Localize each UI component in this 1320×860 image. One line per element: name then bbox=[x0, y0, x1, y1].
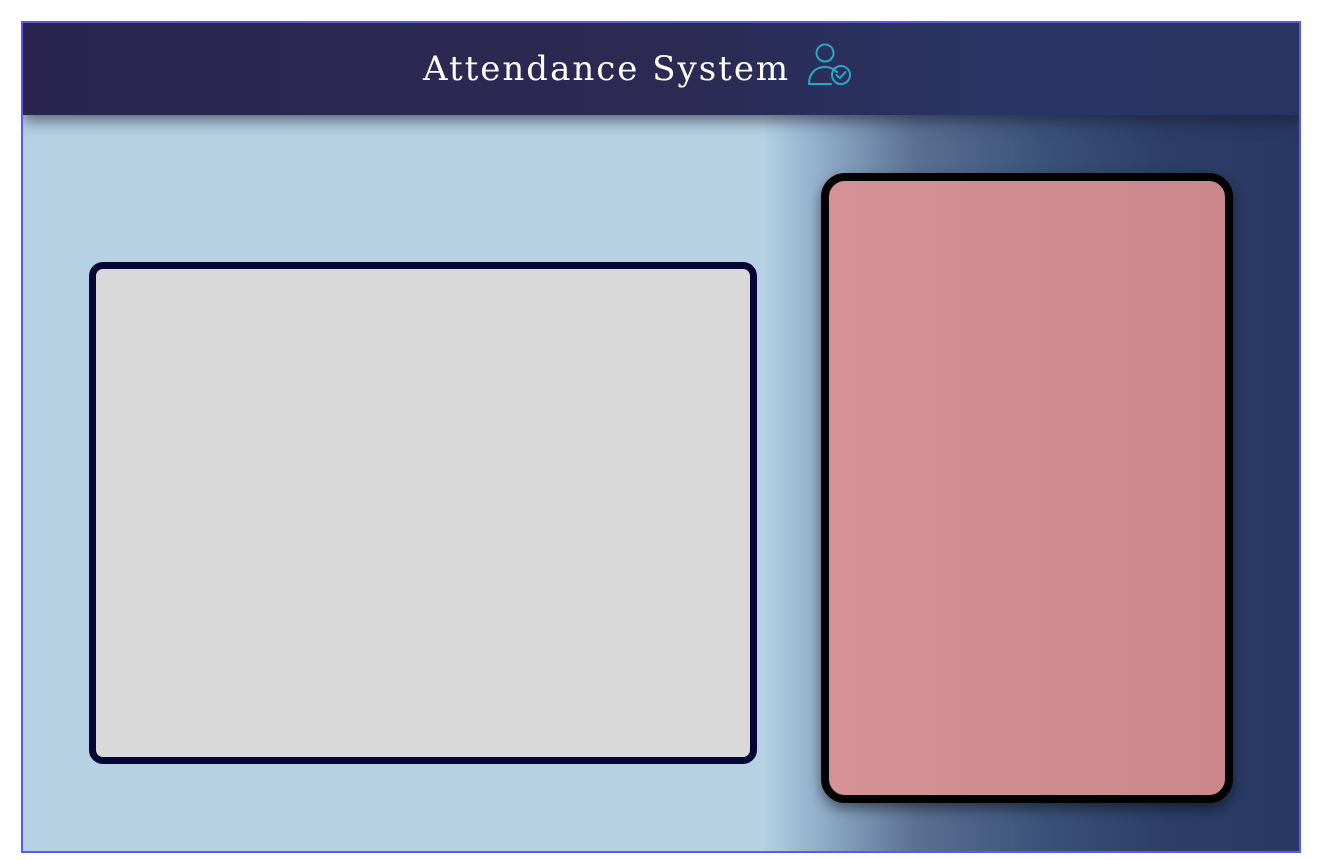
user-check-icon bbox=[805, 40, 857, 92]
page-title: Attendance System bbox=[423, 49, 791, 89]
app-window: Attendance System bbox=[21, 21, 1301, 853]
camera-feed-panel bbox=[89, 262, 757, 764]
header-bar: Attendance System bbox=[23, 23, 1299, 115]
attendance-info-panel bbox=[821, 173, 1233, 803]
